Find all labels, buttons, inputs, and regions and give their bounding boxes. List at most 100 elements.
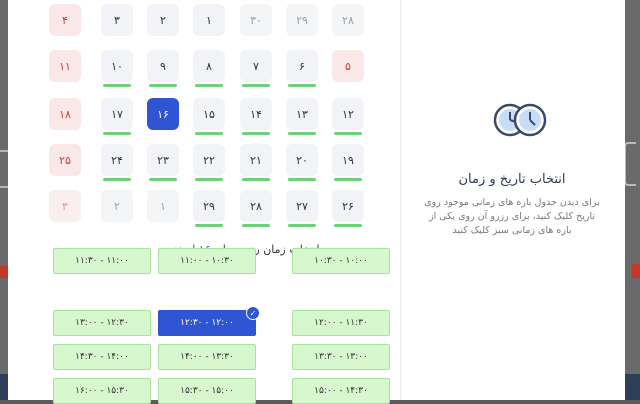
calendar-day[interactable]: ۲ bbox=[101, 190, 133, 222]
calendar-day[interactable]: ۲۱ bbox=[240, 144, 272, 181]
calendar-day[interactable]: ۲۷ bbox=[286, 190, 318, 227]
time-slot-label: ۱۵:۰۰ - ۱۴:۳۰ bbox=[314, 386, 368, 396]
calendar-day-number: ۲۹ bbox=[296, 13, 308, 27]
calendar-day[interactable]: ۲۹ bbox=[286, 4, 318, 36]
calendar-day-number: ۲۲ bbox=[203, 153, 215, 167]
calendar-day-number: ۱۸ bbox=[59, 107, 71, 121]
calendar-day-number: ۱۵ bbox=[203, 107, 215, 121]
calendar-day-number: ۱۳ bbox=[296, 107, 308, 121]
calendar-day-number: ۱۶ bbox=[157, 107, 169, 121]
calendar-day[interactable]: ۲۴ bbox=[101, 144, 133, 181]
time-slot[interactable]: ۱۰:۳۰ - ۱۰:۰۰ bbox=[292, 248, 390, 274]
availability-bar bbox=[103, 178, 131, 181]
calendar-day[interactable]: ۱۱ bbox=[49, 50, 81, 82]
time-slot-label: ۱۳:۳۰ - ۱۳:۰۰ bbox=[314, 352, 368, 362]
background-icon-right bbox=[624, 142, 636, 186]
calendar-day[interactable]: ۱۳ bbox=[286, 98, 318, 135]
time-slot-label: ۱۵:۳۰ - ۱۵:۰۰ bbox=[180, 386, 234, 396]
availability-bar bbox=[242, 224, 270, 227]
calendar-day[interactable]: ۳ bbox=[49, 190, 81, 222]
time-slot[interactable]: ۱۶:۰۰ - ۱۵:۳۰ bbox=[53, 378, 151, 404]
calendar-day[interactable]: ۱۸ bbox=[49, 98, 81, 130]
availability-bar bbox=[195, 84, 223, 87]
calendar-day[interactable]: ۱۴ bbox=[240, 98, 272, 135]
availability-bar bbox=[334, 132, 362, 135]
calendar-day[interactable]: ۴ bbox=[49, 4, 81, 36]
calendar-day[interactable]: ۱۹ bbox=[332, 144, 364, 181]
time-slot[interactable]: ۱۳:۰۰ - ۱۲:۳۰ bbox=[53, 310, 151, 336]
calendar-day-number: ۲۴ bbox=[111, 153, 123, 167]
calendar-day-number: ۲ bbox=[160, 13, 166, 27]
availability-bar bbox=[334, 224, 362, 227]
time-slot-label: ۱۱:۳۰ - ۱۱:۰۰ bbox=[75, 256, 129, 266]
calendar-day[interactable]: ۱ bbox=[147, 190, 179, 222]
calendar-day[interactable]: ۸ bbox=[193, 50, 225, 87]
time-slot[interactable]: ۱۴:۰۰ - ۱۳:۳۰ bbox=[158, 344, 256, 370]
time-slot-label: ۱۱:۰۰ - ۱۰:۳۰ bbox=[180, 256, 234, 266]
calendar-day[interactable]: ۲ bbox=[147, 4, 179, 36]
calendar-day-number: ۲۱ bbox=[250, 153, 262, 167]
calendar-day[interactable]: ۹ bbox=[147, 50, 179, 87]
calendar-day-number: ۱۰ bbox=[111, 59, 123, 73]
calendar-day-number: ۲۷ bbox=[296, 199, 308, 213]
availability-bar bbox=[195, 178, 223, 181]
time-slot-label: ۱۳:۰۰ - ۱۲:۳۰ bbox=[75, 318, 129, 328]
calendar-day-number: ۸ bbox=[206, 59, 212, 73]
time-slot[interactable]: ۱۲:۰۰ - ۱۱:۳۰ bbox=[292, 310, 390, 336]
availability-bar bbox=[103, 132, 131, 135]
calendar-day-number: ۱۷ bbox=[111, 107, 123, 121]
calendar-day[interactable]: ۲۵ bbox=[49, 144, 81, 176]
calendar-day-number: ۲۵ bbox=[59, 153, 71, 167]
time-slot[interactable]: ۱۴:۳۰ - ۱۴:۰۰ bbox=[53, 344, 151, 370]
calendar-day[interactable]: ۱۷ bbox=[101, 98, 133, 135]
calendar-day[interactable]: ۷ bbox=[240, 50, 272, 87]
calendar-day[interactable]: ۵ bbox=[332, 50, 364, 82]
calendar-day[interactable]: ۳ bbox=[101, 4, 133, 36]
calendar-day[interactable]: ۲۲ bbox=[193, 144, 225, 181]
availability-bar bbox=[195, 132, 223, 135]
calendar-day-number: ۱۲ bbox=[342, 107, 354, 121]
time-slot-label: ۱۶:۰۰ - ۱۵:۳۰ bbox=[75, 386, 129, 396]
time-slot-label: ۱۴:۰۰ - ۱۳:۳۰ bbox=[180, 352, 234, 362]
calendar-grid: ۲۸ ۲۹ ۳۰ ۱ ۲ ۳ ۴ ۵ ۶ ۷ ۸ ۹ ۱۰ ۱۱ ۱۲ ۱۳ ۱۴ ۱۵ ۱۶ ۱۷ ۱۸ ۱۹ ۲۰ ۲۱ ۲… bbox=[8, 0, 400, 400]
calendar-day[interactable]: ۱۰ bbox=[101, 50, 133, 87]
calendar-day[interactable]: ۱ bbox=[193, 4, 225, 36]
time-slot[interactable]: ۱۵:۳۰ - ۱۵:۰۰ bbox=[158, 378, 256, 404]
calendar-day-number: ۲۳ bbox=[157, 153, 169, 167]
calendar-day[interactable]: ۲۰ bbox=[286, 144, 318, 181]
time-slot-label: ۱۰:۳۰ - ۱۰:۰۰ bbox=[314, 256, 368, 266]
panel-description: برای دیدن جدول بازه های زمانی موجود روی … bbox=[424, 197, 600, 236]
calendar-day-number: ۹ bbox=[160, 59, 166, 73]
availability-bar bbox=[149, 178, 177, 181]
calendar-day[interactable]: ۲۳ bbox=[147, 144, 179, 181]
calendar-day-number: ۲۸ bbox=[250, 199, 262, 213]
calendar-day-number: ۱۹ bbox=[342, 153, 354, 167]
calendar-day[interactable]: ۶ bbox=[286, 50, 318, 87]
calendar-day-number: ۳ bbox=[114, 13, 120, 27]
panel-title: انتخاب تاریخ و زمان bbox=[458, 172, 566, 187]
time-slot-label: ۱۴:۳۰ - ۱۴:۰۰ bbox=[75, 352, 129, 362]
calendar-day[interactable]: ۲۶ bbox=[332, 190, 364, 227]
background-badge-right bbox=[632, 264, 640, 278]
calendar-day[interactable]: ۱۲ bbox=[332, 98, 364, 135]
calendar-day[interactable]: ۲۸ bbox=[332, 4, 364, 36]
availability-bar bbox=[242, 132, 270, 135]
calendar-day[interactable]: ۲۸ bbox=[240, 190, 272, 227]
calendar-day[interactable]: ۲۹ bbox=[193, 190, 225, 227]
calendar-day-number: ۲۸ bbox=[342, 13, 354, 27]
calendar-day-number: ۲ bbox=[114, 199, 120, 213]
time-slot[interactable]: ۱۲:۳۰ - ۱۲:۰۰ ✓ bbox=[158, 306, 260, 336]
availability-bar bbox=[103, 84, 131, 87]
calendar-day-number: ۳۰ bbox=[250, 13, 262, 27]
time-slot[interactable]: ۱۵:۰۰ - ۱۴:۳۰ bbox=[292, 378, 390, 404]
calendar-day[interactable]: ۱۶ bbox=[147, 98, 179, 130]
calendar-day-number: ۲۹ bbox=[203, 199, 215, 213]
clock-icon bbox=[493, 103, 547, 137]
availability-bar bbox=[288, 224, 316, 227]
time-slot[interactable]: ۱۱:۰۰ - ۱۰:۳۰ bbox=[158, 248, 256, 274]
time-slot[interactable]: ۱۱:۳۰ - ۱۱:۰۰ bbox=[53, 248, 151, 274]
calendar-day-number: ۳ bbox=[62, 199, 68, 213]
calendar-day[interactable]: ۳۰ bbox=[240, 4, 272, 36]
time-slot[interactable]: ۱۳:۳۰ - ۱۳:۰۰ bbox=[292, 344, 390, 370]
calendar-day[interactable]: ۱۵ bbox=[193, 98, 225, 135]
